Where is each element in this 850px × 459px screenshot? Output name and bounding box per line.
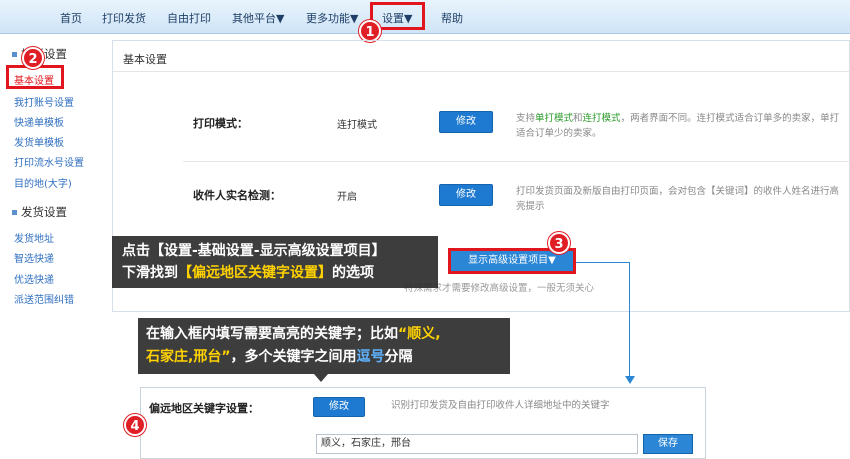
sidebar-item-smart-express[interactable]: 智选快递 [14, 250, 54, 265]
callout2-text: ，多个关键字之间用 [230, 349, 357, 365]
nav-other-platforms[interactable]: 其他平台▼ [232, 10, 284, 26]
step-badge-3: 3 [548, 232, 570, 254]
instruction-callout-1: 点击【设置-基础设置-显示高级设置项目】 下滑找到【偏远地区关键字设置】的选项 [112, 236, 438, 288]
step-badge-2: 2 [22, 47, 44, 69]
desc-text: 支持 [516, 113, 536, 124]
nav-print-ship[interactable]: 打印发货 [102, 10, 146, 26]
connector-line [629, 262, 630, 378]
nav-free-print[interactable]: 自由打印 [167, 10, 211, 26]
sidebar-item-destination[interactable]: 目的地(大字) [14, 175, 72, 190]
callout1-text: 下滑找到 [122, 265, 178, 281]
callout1-line2: 下滑找到【偏远地区关键字设置】的选项 [122, 262, 428, 284]
callout1-line1: 点击【设置-基础设置-显示高级设置项目】 [122, 243, 386, 259]
print-mode-description: 支持单打模式和连打模式，两者界面不同。连打模式适合订单多的卖家，单打适合订单少的… [516, 111, 842, 141]
callout2-highlight: “顺义, [398, 326, 441, 342]
callout1-text: 的选项 [332, 265, 374, 281]
remote-keyword-description: 识别打印发货及自由打印收件人详细地址中的关键字 [391, 400, 610, 411]
callout1-highlight: 【偏远地区关键字设置】 [178, 265, 332, 281]
square-bullet-icon [12, 52, 17, 57]
callout2-highlight: 石家庄,邢台” [146, 349, 231, 365]
nav-home[interactable]: 首页 [60, 10, 82, 26]
print-mode-value: 连打模式 [337, 120, 377, 131]
callout-pointer-icon [314, 374, 328, 382]
print-mode-edit-button[interactable]: 修改 [439, 111, 493, 133]
realname-check-description: 打印发货页面及新版自由打印页面，会对包含【关键词】的收件人姓名进行高亮提示 [516, 186, 840, 212]
sidebar-item-preferred-express[interactable]: 优选快递 [14, 271, 54, 286]
title-divider [113, 71, 850, 72]
remote-keyword-save-button[interactable]: 保存 [643, 434, 693, 454]
nav-more-functions[interactable]: 更多功能▼ [306, 10, 358, 26]
realname-check-edit-button[interactable]: 修改 [439, 184, 493, 206]
remote-keyword-input[interactable]: 顺义，石家庄，邢台 [316, 434, 638, 454]
sidebar-item-delivery-correction[interactable]: 派送范围纠错 [14, 291, 74, 306]
callout2-comma-highlight: 逗号 [356, 349, 385, 365]
print-mode-label: 打印模式： [193, 117, 248, 130]
realname-check-label: 收件人实名检测： [193, 189, 281, 202]
row-divider [183, 161, 850, 162]
desc-batch-mode: 连打模式 [582, 113, 621, 124]
square-bullet-icon [12, 210, 17, 215]
step-badge-1: 1 [359, 20, 381, 42]
instruction-callout-2: 在输入框内填写需要高亮的关键字；比如“顺义, 石家庄,邢台”，多个关键字之间用逗… [138, 318, 510, 374]
sidebar-group-label: 发货设置 [21, 205, 67, 219]
remote-keyword-panel: 偏远地区关键字设置： 修改 识别打印发货及自由打印收件人详细地址中的关键字 顺义… [140, 387, 706, 459]
top-navigation: 首页 打印发货 自由打印 其他平台▼ 更多功能▼ 设置▼ 帮助 [0, 0, 850, 34]
callout2-text: 在输入框内填写需要高亮的关键字；比如 [146, 326, 398, 342]
callout2-line1: 在输入框内填写需要高亮的关键字；比如“顺义, [146, 323, 502, 346]
sidebar-item-express-template[interactable]: 快递单模板 [14, 114, 64, 129]
sidebar-item-account-settings[interactable]: 我打账号设置 [14, 94, 74, 109]
connector-arrow-icon [625, 376, 635, 384]
panel-title: 基本设置 [123, 53, 167, 66]
sidebar-item-invoice-template[interactable]: 发货单模板 [14, 134, 64, 149]
callout2-text: 分隔 [384, 349, 413, 365]
remote-keyword-edit-button[interactable]: 修改 [313, 397, 365, 417]
sidebar-item-serial-settings[interactable]: 打印流水号设置 [14, 154, 84, 169]
desc-single-mode: 单打模式 [535, 113, 574, 124]
step-badge-4: 4 [124, 414, 146, 436]
sidebar-item-ship-address[interactable]: 发货地址 [14, 230, 54, 245]
remote-keyword-label: 偏远地区关键字设置： [149, 402, 259, 415]
callout2-line2: 石家庄,邢台”，多个关键字之间用逗号分隔 [146, 346, 502, 369]
desc-text: 和 [573, 113, 583, 124]
realname-check-value: 开启 [337, 192, 357, 203]
nav-help[interactable]: 帮助 [441, 10, 463, 26]
sidebar-group-shipping: 发货设置 [12, 204, 67, 220]
connector-line [576, 262, 630, 263]
